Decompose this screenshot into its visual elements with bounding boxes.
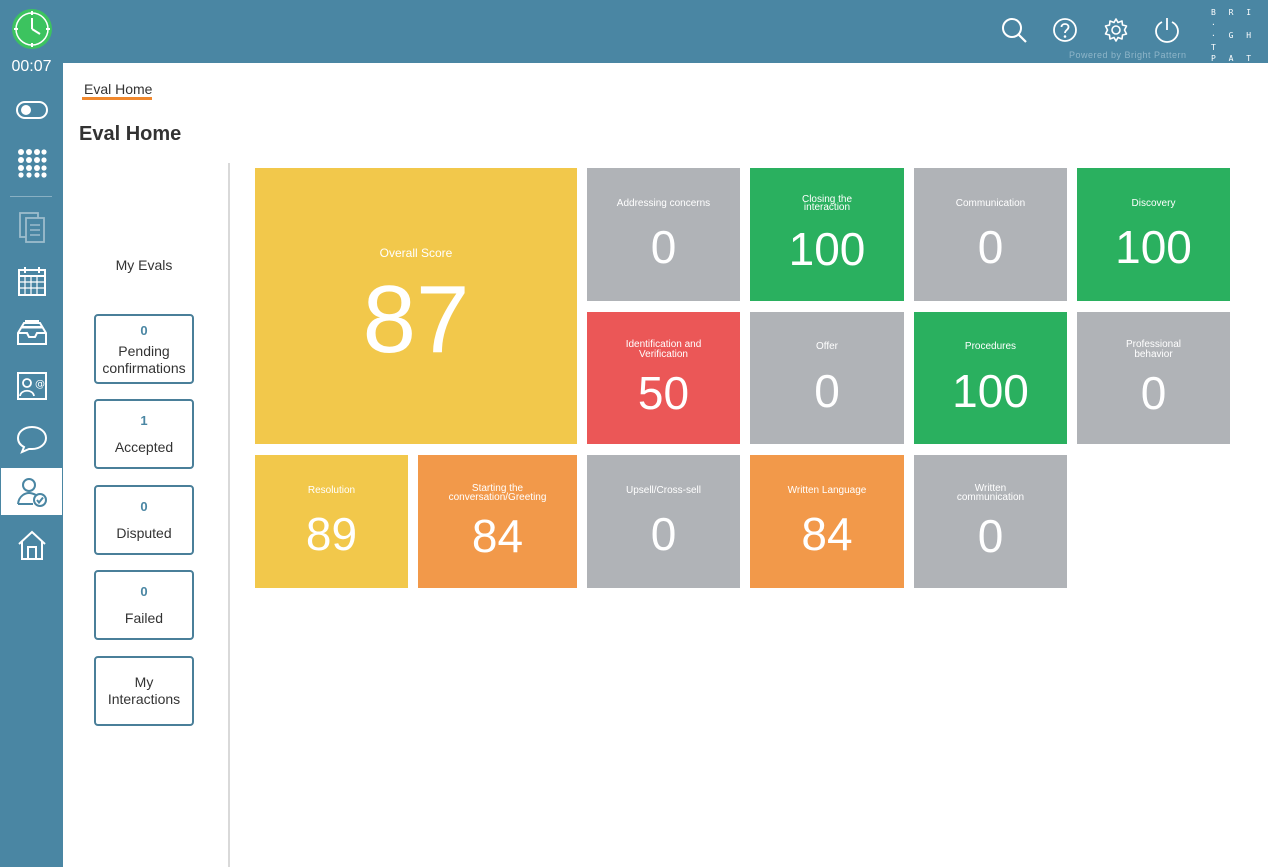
search-icon[interactable] [1000, 16, 1028, 44]
my-interactions-label: My Interactions [107, 674, 181, 707]
documents-icon[interactable] [0, 210, 63, 244]
grid-icon[interactable] [0, 147, 63, 179]
tile-discovery[interactable]: Discovery 100 [1077, 168, 1230, 301]
tile-label: Offer [815, 341, 839, 352]
tile-upsell-cross-sell[interactable]: Upsell/Cross-sell 0 [587, 455, 740, 588]
powered-by-text: Powered by Bright Pattern [1069, 50, 1187, 60]
tile-identification-verification[interactable]: Identification and Verification 50 [587, 312, 740, 444]
tile-value: 100 [1115, 221, 1192, 273]
tile-value: 100 [952, 365, 1029, 417]
pending-count: 0 [140, 322, 148, 338]
tile-value: 0 [1140, 367, 1167, 419]
tile-label: Closing the interaction [801, 194, 853, 213]
tile-label: Procedures [964, 341, 1017, 352]
tile-label: Resolution [307, 485, 356, 496]
tile-value: 0 [977, 221, 1004, 273]
accepted-button[interactable]: 1 Accepted [94, 399, 194, 469]
tile-value: 0 [650, 508, 677, 560]
calendar-icon[interactable] [0, 264, 63, 298]
eval-user-icon[interactable] [1, 468, 62, 515]
help-icon[interactable] [1051, 16, 1079, 44]
tile-offer[interactable]: Offer 0 [750, 312, 904, 444]
breadcrumb-underline [82, 97, 152, 100]
tile-value: 87 [362, 266, 470, 373]
tile-label: Addressing concerns [616, 198, 711, 209]
chat-icon[interactable] [0, 422, 63, 456]
tile-label: Written Language [787, 485, 867, 496]
disputed-label: Disputed [116, 525, 172, 541]
pending-confirmations-button[interactable]: 0 Pending confirmations [94, 314, 194, 384]
tile-value: 84 [471, 510, 524, 562]
tile-overall-score[interactable]: Overall Score 87 [255, 168, 577, 444]
logo-line: · G H T [1211, 31, 1256, 52]
tile-starting-conversation[interactable]: Starting the conversation/Greeting 84 [418, 455, 577, 588]
tile-value: 89 [305, 508, 358, 560]
my-evals-heading: My Evals [115, 257, 173, 273]
left-sidebar: 00:07 @ [0, 0, 63, 867]
clock-icon[interactable] [0, 8, 63, 50]
tile-label: Starting the conversation/Greeting [448, 483, 547, 503]
tile-professional-behavior[interactable]: Professional behavior 0 [1077, 312, 1230, 444]
tile-label: Communication [955, 198, 1026, 209]
failed-label: Failed [124, 610, 164, 626]
accepted-count: 1 [140, 413, 148, 428]
tile-value: 0 [814, 365, 840, 417]
tile-addressing-concerns[interactable]: Addressing concerns 0 [587, 168, 740, 301]
inbox-icon[interactable] [0, 318, 63, 348]
sidebar-divider [10, 196, 52, 197]
tile-communication[interactable]: Communication 0 [914, 168, 1067, 301]
tile-value: 84 [801, 508, 853, 560]
tile-written-language[interactable]: Written Language 84 [750, 455, 904, 588]
pending-label: Pending confirmations [102, 342, 186, 376]
tile-label: Upsell/Cross-sell [625, 485, 701, 496]
logo-line: P A T · [1211, 54, 1256, 75]
tile-value: 0 [977, 510, 1004, 562]
tile-value: 100 [788, 223, 866, 275]
home-icon[interactable] [0, 528, 63, 562]
disputed-button[interactable]: 0 Disputed [94, 485, 194, 555]
my-interactions-button[interactable]: My Interactions [94, 656, 194, 726]
tile-value: 50 [637, 367, 690, 419]
tile-closing-interaction[interactable]: Closing the interaction 100 [750, 168, 904, 301]
tile-procedures[interactable]: Procedures 100 [914, 312, 1067, 444]
top-header: Powered by Bright Pattern B R I · · G H … [63, 0, 1268, 98]
accepted-label: Accepted [114, 439, 174, 455]
breadcrumb-eval-home[interactable]: Eval Home [84, 81, 152, 97]
tile-label: Identification and Verification [625, 339, 702, 360]
tile-written-communication[interactable]: Written communication 0 [914, 455, 1067, 588]
disputed-count: 0 [140, 499, 148, 514]
tile-resolution[interactable]: Resolution 89 [255, 455, 408, 588]
tile-label: Overall Score [379, 246, 453, 260]
svg-text:@: @ [35, 379, 45, 390]
toggle-icon[interactable] [0, 98, 63, 122]
panel-divider [228, 163, 230, 867]
brand-logo[interactable]: B R I · · G H T P A T · T E R N [1211, 7, 1261, 99]
settings-icon[interactable] [1102, 16, 1130, 44]
tile-value: 0 [650, 221, 677, 273]
contact-card-icon[interactable]: @ [0, 370, 63, 402]
logo-line: T E R N [1211, 77, 1256, 98]
tile-label: Written communication [956, 483, 1025, 503]
failed-count: 0 [140, 584, 148, 599]
logo-line: B R I · [1211, 8, 1256, 29]
power-icon[interactable] [1153, 16, 1181, 44]
tile-label: Professional behavior [1125, 339, 1182, 360]
failed-button[interactable]: 0 Failed [94, 570, 194, 640]
page-title: Eval Home [79, 123, 182, 145]
tile-label: Discovery [1131, 198, 1176, 209]
session-timer: 00:07 [11, 58, 52, 75]
